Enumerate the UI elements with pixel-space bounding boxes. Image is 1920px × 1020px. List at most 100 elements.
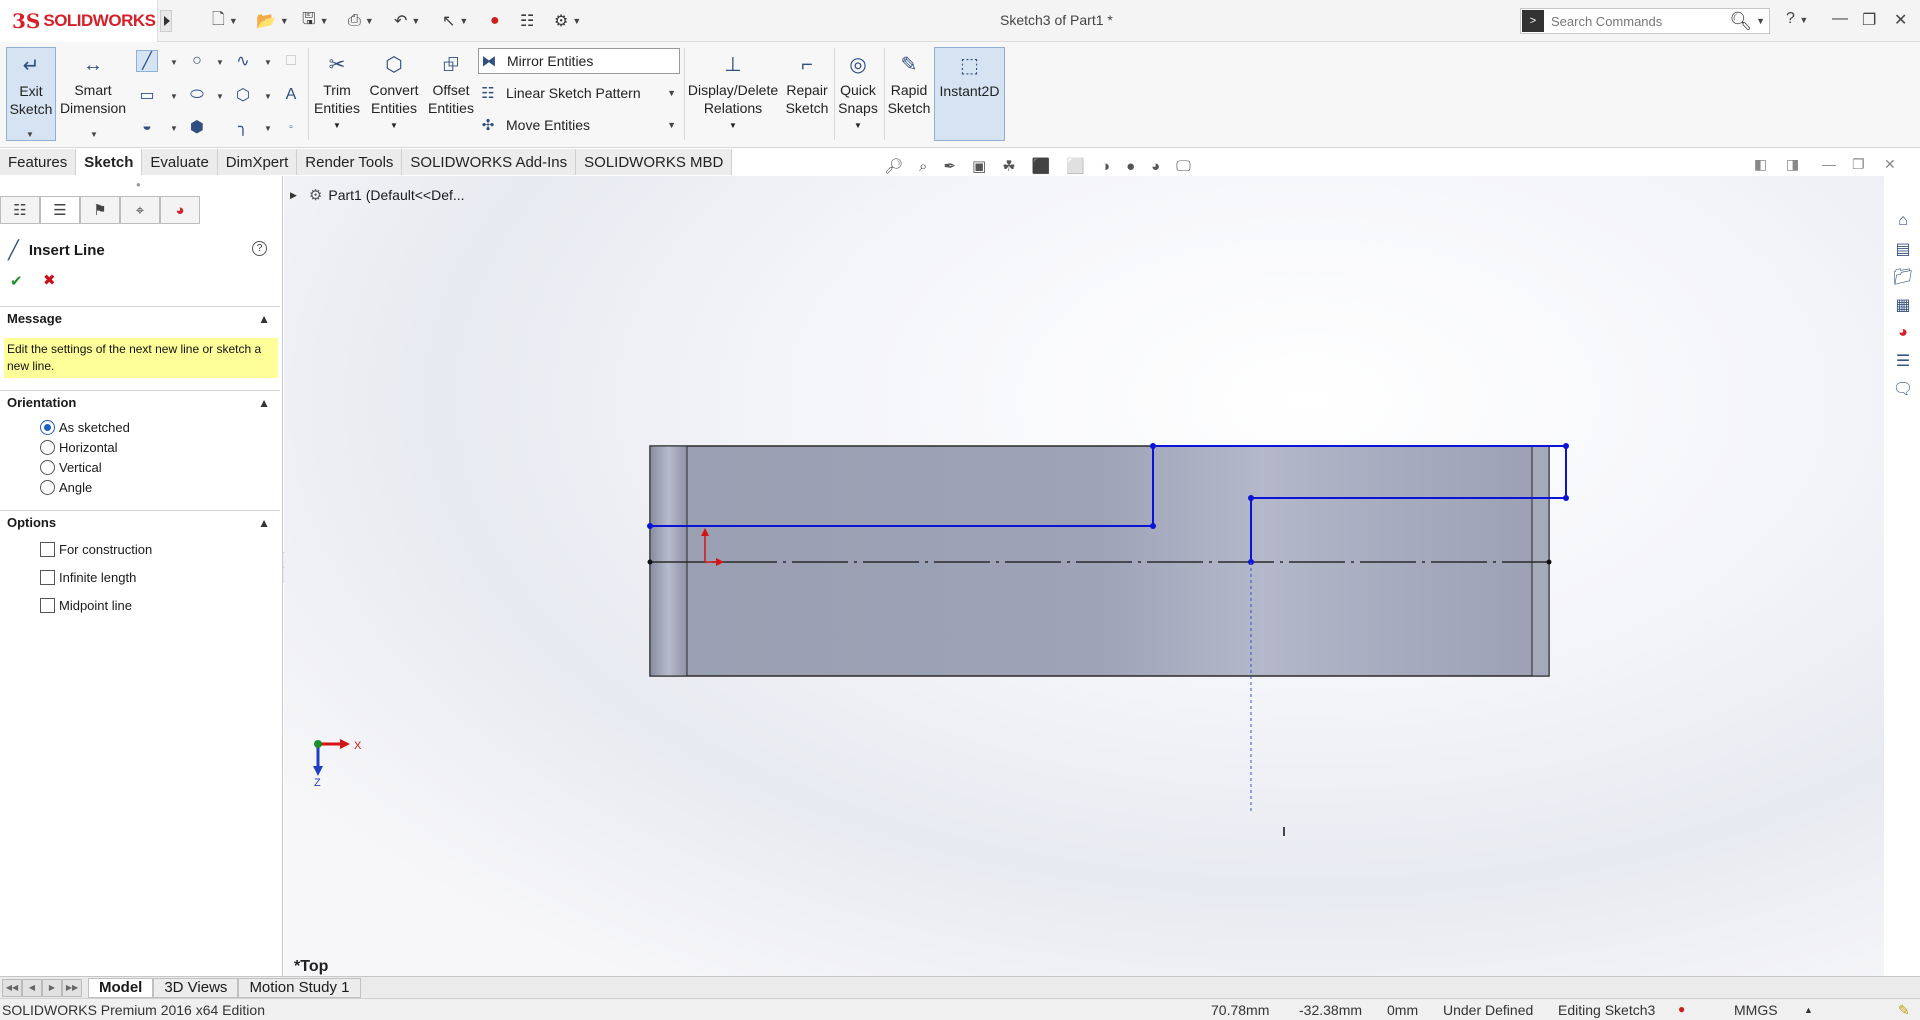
print-icon[interactable]: ⎙ ▼ [348,10,374,32]
radio-button[interactable] [40,420,55,435]
design-library-icon[interactable]: ▤ [1890,236,1916,262]
configuration-manager-tab-icon[interactable]: ⚑ [80,196,120,224]
cancel-x-icon[interactable]: ✖ [43,271,56,289]
select-icon[interactable]: ↖ ▼ [442,10,468,32]
slot-tool-icon[interactable]: ⬭ [186,84,208,106]
search-commands-box[interactable]: > Search Commands 🔍︎ ▼ [1520,8,1770,34]
sketch-point[interactable] [1563,443,1569,449]
rebuild-status-icon[interactable]: ● [1678,1002,1685,1016]
search-dropdown-icon[interactable]: ▼ [1756,16,1765,26]
centerline-endpoint[interactable] [647,559,653,565]
smart-dimension-button[interactable]: ↔ Smart Dimension [60,47,126,141]
exit-sketch-button[interactable]: ↵ Exit Sketch [6,47,56,141]
sketch-canvas[interactable]: X Z [284,176,1884,976]
property-manager-tab-icon[interactable]: ☰ [40,196,80,224]
line-tool-icon[interactable]: ╱ [136,50,158,72]
display-style-icon[interactable]: ⬜ [1066,157,1085,175]
help-icon[interactable]: ? [252,241,267,256]
undo-icon[interactable]: ↶ ▼ [394,10,420,32]
circle-tool-icon[interactable]: ○ [186,50,208,72]
repair-sketch-button[interactable]: ⌐ Repair Sketch [782,47,832,141]
search-icon[interactable]: 🔍︎ [1729,11,1752,32]
point-tool-icon[interactable]: ⬢ [186,116,208,138]
radio-horizontal[interactable]: Horizontal [40,440,118,455]
plane-tool-icon[interactable]: □ [280,50,302,72]
section-view-icon[interactable]: ▣ [972,157,986,175]
solidworks-resources-icon[interactable]: ⌂ [1890,208,1916,234]
ok-checkmark-icon[interactable]: ✔ [10,272,23,290]
next-tab-icon[interactable]: ▶ [42,978,62,997]
spline-tool-icon[interactable]: ∿ [232,50,254,72]
tab-solidworks-add-ins[interactable]: SOLIDWORKS Add-Ins [402,149,577,175]
rebuild-icon[interactable]: ● [490,10,500,32]
checkbox[interactable] [40,598,55,613]
tab-3d-views[interactable]: 3D Views [153,977,239,998]
custom-properties-icon[interactable]: ☰ [1890,348,1916,374]
radio-button[interactable] [40,480,55,495]
mirror-entities-button[interactable]: ⧓ Mirror Entities [478,48,680,74]
hide-show-items-icon[interactable]: ◑ [1101,158,1110,175]
view-orientation-icon[interactable]: ⬛ [1032,157,1051,175]
doc-minimize-icon[interactable]: — [1822,156,1836,172]
convert-entities-button[interactable]: ⬡ Convert Entities ▼ [364,47,424,141]
tab-model[interactable]: Model [88,977,154,998]
linear-sketch-pattern-button[interactable]: ☷ Linear Sketch Pattern ▼ [478,80,680,106]
search-input[interactable]: Search Commands [1551,14,1729,29]
new-document-icon[interactable]: 🗋 ▼ [212,10,238,32]
menu-expand-arrow[interactable] [160,10,172,32]
radio-angle[interactable]: Angle [40,480,92,495]
options-gear-icon[interactable]: ⚙ ▼ [554,10,581,32]
view-settings-icon[interactable]: 🖵︎ [1176,158,1190,175]
offset-entities-button[interactable]: ⮺ Offset Entities [426,47,476,141]
dynamic-annotation-icon[interactable]: ☘ [1002,157,1015,175]
save-icon[interactable]: 🖫 ▼ [302,10,329,32]
file-explorer-icon[interactable]: 📁︎ [1890,264,1916,290]
zoom-to-area-icon[interactable]: ⌕ [919,158,927,175]
collapse-chevron-icon[interactable]: ▲ [258,312,270,326]
message-section-header[interactable]: Message ▲ [0,306,280,330]
rapid-sketch-button[interactable]: ✎ Rapid Sketch [886,47,932,141]
feature-tree-flyout[interactable]: ▶ ⚙ Part1 (Default<<Def... [290,186,465,204]
radio-button[interactable] [40,460,55,475]
feature-manager-tab-icon[interactable]: ☷ [0,196,40,224]
file-properties-icon[interactable]: ☷ [520,10,534,32]
help-button[interactable]: ? ▼ [1786,10,1808,28]
point-dot-icon[interactable]: ▫ [280,116,302,138]
checkbox[interactable] [40,542,55,557]
exit-sketch-dropdown-icon[interactable]: ▼ [26,130,34,139]
instant2d-button[interactable]: ⬚ Instant2D [934,47,1005,141]
view-palette-icon[interactable]: ▦ [1890,292,1916,318]
sketch-point[interactable] [647,523,653,529]
zoom-to-fit-icon[interactable]: 🔎︎ [884,157,903,175]
part-body[interactable] [649,445,1550,677]
tab-sketch[interactable]: Sketch [76,149,143,175]
display-manager-tab-icon[interactable]: ◕ [160,196,200,224]
checkbox-for-construction[interactable]: For construction [40,542,152,557]
unit-system[interactable]: MMGS [1734,1002,1778,1018]
first-tab-icon[interactable]: ◀◀ [2,978,22,997]
radio-button[interactable] [40,440,55,455]
trim-entities-button[interactable]: ✂ Trim Entities ▼ [312,47,362,141]
move-entities-button[interactable]: ✣ Move Entities ▼ [478,112,680,138]
tab-features[interactable]: Features [0,149,77,175]
tips-icon[interactable]: ✎ [1898,1002,1910,1019]
rectangle-tool-icon[interactable]: ▭ [136,84,158,106]
polygon-tool-icon[interactable]: ⬡ [232,84,254,106]
open-document-icon[interactable]: 📂 ▼ [256,10,289,32]
smart-dimension-dropdown-icon[interactable]: ▼ [90,130,98,139]
sketch-point[interactable] [1150,523,1156,529]
orientation-section-header[interactable]: Orientation ▲ [0,390,280,414]
display-delete-relations-button[interactable]: ⊥ Display/Delete Relations ▼ [688,47,778,141]
text-tool-icon[interactable]: A [280,84,302,106]
quick-snaps-button[interactable]: ◎ Quick Snaps ▼ [836,47,880,141]
options-section-header[interactable]: Options ▲ [0,510,280,534]
part-node-label[interactable]: Part1 (Default<<Def... [328,187,464,203]
graphics-area[interactable]: X Z [284,176,1884,976]
unit-system-dropdown-icon[interactable]: ▲ [1804,1005,1813,1015]
tab-motion-study-1[interactable]: Motion Study 1 [238,977,361,998]
radio-as-sketched[interactable]: As sketched [40,420,130,435]
expand-arrow-icon[interactable]: ▶ [290,190,297,201]
fillet-tool-icon[interactable]: ╮ [232,116,254,138]
minimize-window-icon[interactable]: — [1832,10,1848,28]
apply-scene-icon[interactable]: ◕ [1151,158,1160,175]
